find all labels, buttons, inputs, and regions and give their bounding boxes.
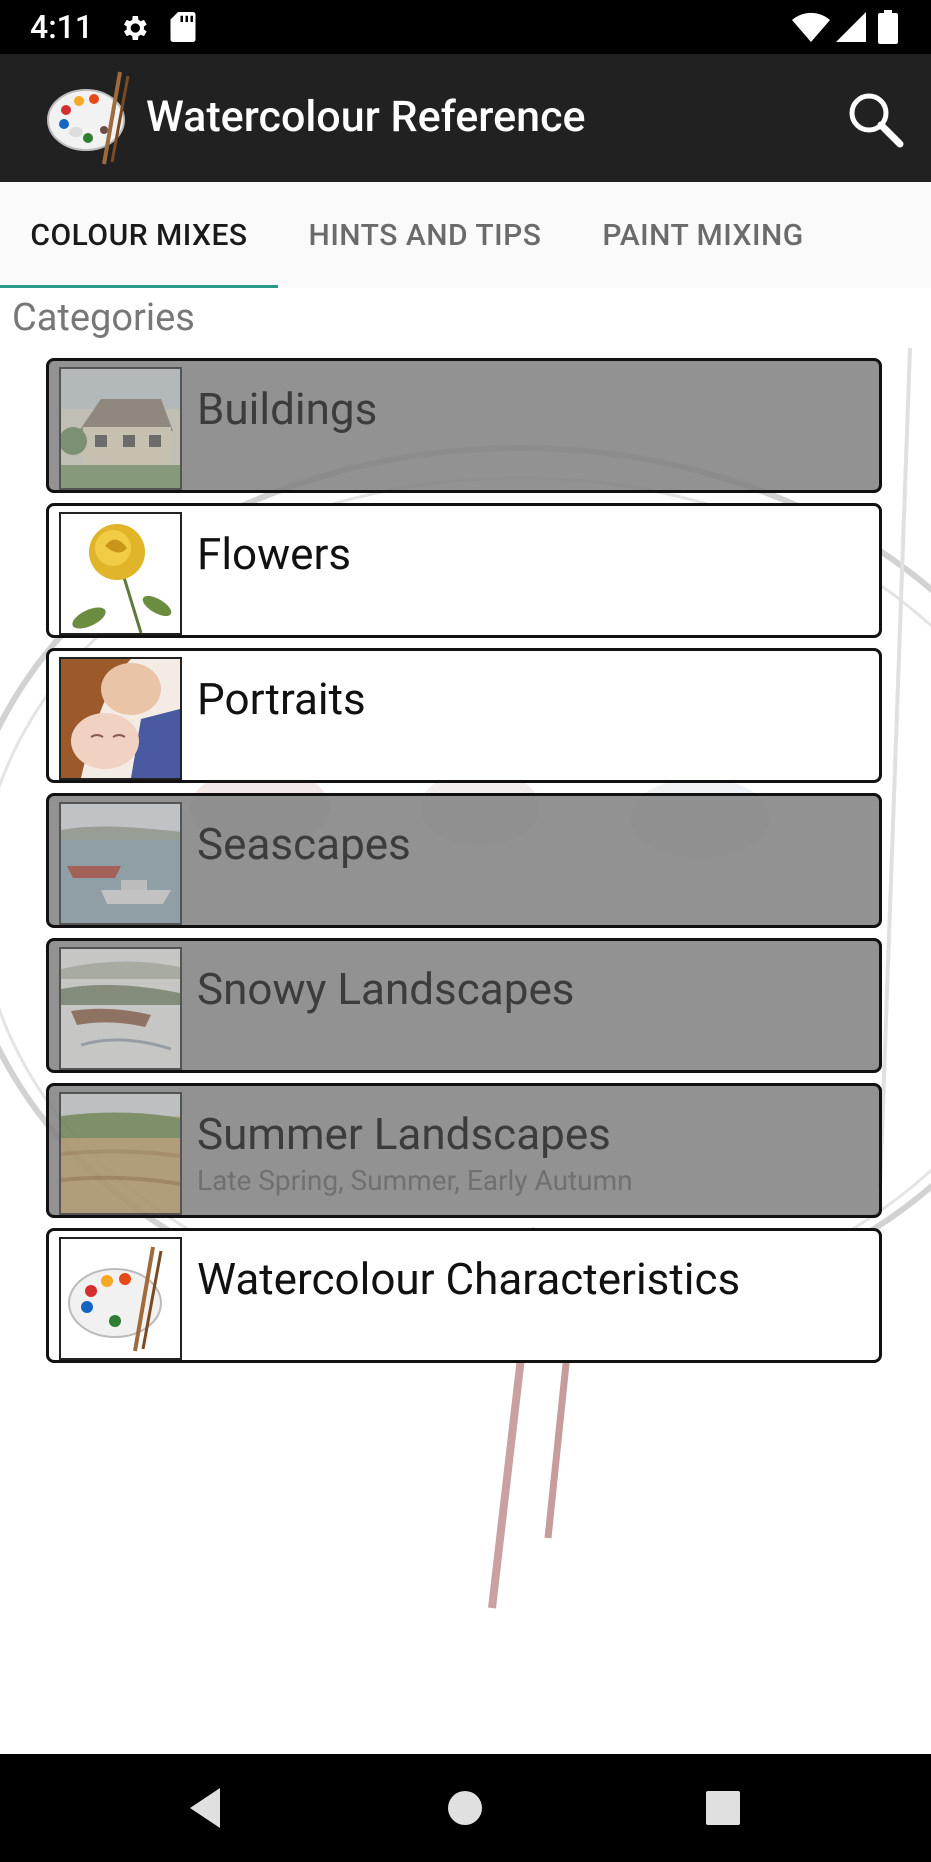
watercolour-characteristics-thumbnail: [59, 1237, 182, 1360]
buildings-thumbnail: [59, 367, 182, 490]
category-portraits[interactable]: Portraits: [46, 648, 882, 783]
sd-card-icon: [170, 12, 196, 42]
content-area: Categories Buildings Flowers Portraits S…: [0, 288, 931, 1754]
app-title: Watercolour Reference: [146, 92, 586, 142]
category-name: Seascapes: [197, 818, 411, 870]
tab-bar: COLOUR MIXES HINTS AND TIPS PAINT MIXING: [0, 182, 931, 289]
category-name: Watercolour Characteristics: [197, 1253, 741, 1305]
tab-hints-and-tips[interactable]: HINTS AND TIPS: [278, 182, 572, 288]
category-seascapes[interactable]: Seascapes: [46, 793, 882, 928]
tab-paint-mixing[interactable]: PAINT MIXING: [572, 182, 834, 288]
home-icon[interactable]: [435, 1778, 495, 1838]
category-name: Buildings: [197, 383, 378, 435]
category-name: Portraits: [197, 673, 366, 725]
portraits-thumbnail: [59, 657, 182, 780]
category-name: Summer Landscapes: [197, 1108, 611, 1160]
cell-signal-icon: [836, 12, 866, 42]
category-subtitle: Late Spring, Summer, Early Autumn: [197, 1164, 633, 1197]
snowy-landscapes-thumbnail: [59, 947, 182, 1070]
category-summer-landscapes[interactable]: Summer Landscapes Late Spring, Summer, E…: [46, 1083, 882, 1218]
recents-icon[interactable]: [693, 1778, 753, 1838]
category-snowy-landscapes[interactable]: Snowy Landscapes: [46, 938, 882, 1073]
search-icon[interactable]: [846, 90, 904, 148]
settings-icon: [124, 16, 147, 40]
status-time: 4:11: [30, 8, 93, 46]
palette-logo-icon: [47, 71, 130, 165]
back-icon[interactable]: [176, 1778, 236, 1838]
status-bar: 4:11: [0, 0, 931, 54]
summer-landscapes-thumbnail: [59, 1092, 182, 1215]
app-bar: Watercolour Reference: [0, 54, 931, 182]
category-name: Snowy Landscapes: [197, 963, 575, 1015]
flowers-thumbnail: [59, 512, 182, 635]
categories-heading: Categories: [12, 296, 195, 340]
seascapes-thumbnail: [59, 802, 182, 925]
category-name: Flowers: [197, 528, 352, 580]
navigation-bar: [0, 1754, 931, 1862]
tab-colour-mixes[interactable]: COLOUR MIXES: [0, 182, 278, 288]
category-watercolour-characteristics[interactable]: Watercolour Characteristics: [46, 1228, 882, 1363]
category-flowers[interactable]: Flowers: [46, 503, 882, 638]
battery-icon: [878, 10, 898, 44]
wifi-icon: [792, 12, 830, 42]
category-buildings[interactable]: Buildings: [46, 358, 882, 493]
